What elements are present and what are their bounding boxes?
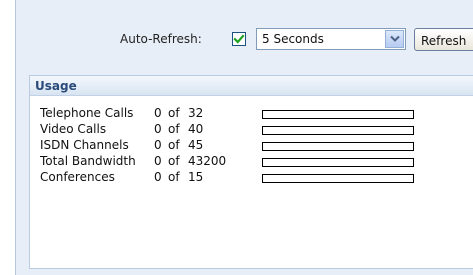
usage-of-text: of: [168, 138, 180, 152]
usage-max: 43200: [188, 154, 227, 168]
status-panel: Auto-Refresh: 5 Seconds Refresh Usage Te…: [15, 0, 473, 275]
usage-count: 0: [154, 122, 162, 136]
auto-refresh-checkbox[interactable]: [232, 32, 246, 46]
usage-progress-bar: [262, 110, 414, 119]
usage-of-text: of: [168, 154, 180, 168]
chevron-down-icon: [390, 35, 400, 42]
usage-max: 32: [188, 106, 204, 120]
usage-of-text: of: [168, 122, 180, 136]
usage-label: Total Bandwidth: [40, 154, 136, 168]
usage-label: Video Calls: [40, 122, 107, 136]
checkmark-icon: [233, 34, 245, 44]
left-rail: [0, 0, 15, 275]
usage-panel: Usage Telephone Calls 0 of 32 Video Call…: [29, 75, 473, 269]
usage-progress-bar: [262, 142, 414, 151]
refresh-interval-value: 5 Seconds: [262, 32, 324, 46]
auto-refresh-label: Auto-Refresh:: [120, 32, 202, 46]
usage-max: 40: [188, 122, 204, 136]
refresh-interval-select[interactable]: 5 Seconds: [256, 28, 406, 50]
usage-count: 0: [154, 106, 162, 120]
refresh-button[interactable]: Refresh: [414, 28, 473, 51]
usage-progress-bar: [262, 126, 414, 135]
usage-progress-bar: [262, 174, 414, 183]
usage-of-text: of: [168, 170, 180, 184]
usage-progress-bar: [262, 158, 414, 167]
usage-max: 15: [188, 170, 204, 184]
usage-title: Usage: [30, 76, 473, 96]
usage-count: 0: [154, 170, 162, 184]
usage-max: 45: [188, 138, 204, 152]
usage-label: Telephone Calls: [40, 106, 134, 120]
usage-count: 0: [154, 154, 162, 168]
usage-count: 0: [154, 138, 162, 152]
usage-of-text: of: [168, 106, 180, 120]
usage-label: ISDN Channels: [40, 138, 129, 152]
app-window: Auto-Refresh: 5 Seconds Refresh Usage Te…: [0, 0, 473, 275]
usage-label: Conferences: [40, 170, 115, 184]
refresh-toolbar: Auto-Refresh: 5 Seconds Refresh: [16, 0, 473, 70]
dropdown-button[interactable]: [385, 30, 404, 48]
